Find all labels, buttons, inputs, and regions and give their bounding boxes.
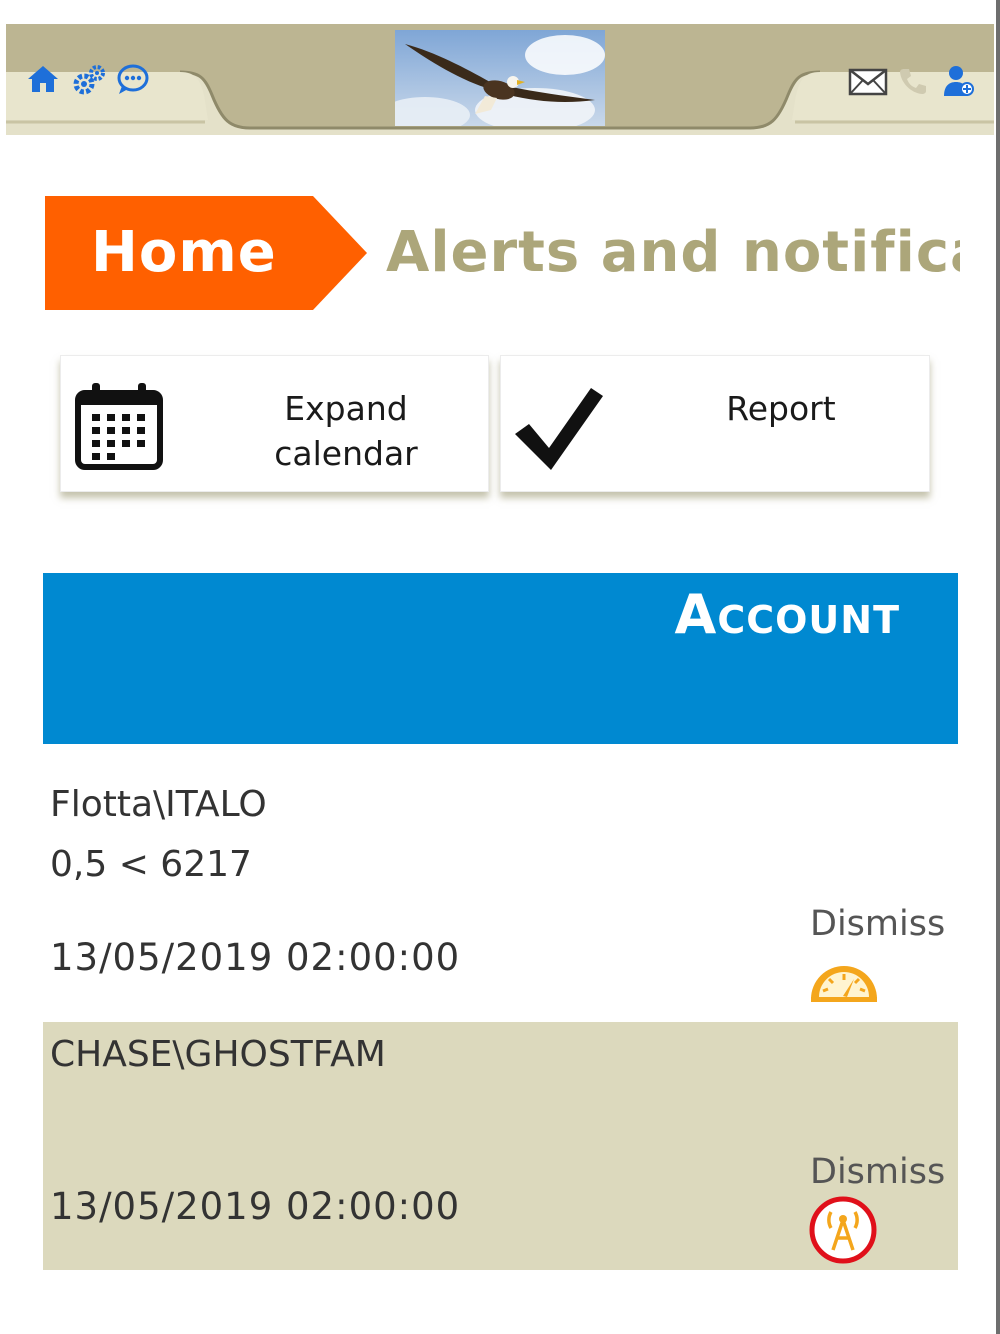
expand-calendar-button[interactable]: Expand calendar <box>60 355 489 492</box>
dismiss-link[interactable]: Dismiss <box>810 1152 945 1192</box>
alert-row: CHASE\GHOSTFAM 13/05/2019 02:00:00 Dismi… <box>43 1022 958 1270</box>
phone-icon[interactable] <box>898 66 928 96</box>
speedometer-icon <box>811 966 877 1002</box>
alert-vehicle-name: CHASE\GHOSTFAM <box>50 1034 386 1075</box>
account-title: Account <box>674 583 900 646</box>
expand-calendar-label: Expand calendar <box>231 386 461 476</box>
expand-calendar-label-line1: Expand <box>284 389 408 428</box>
account-section-header: Account <box>43 573 958 744</box>
user-icon[interactable] <box>942 64 974 98</box>
calendar-icon <box>75 383 163 470</box>
home-icon[interactable] <box>26 64 60 94</box>
alert-condition: 0,5 < 6217 <box>50 844 252 885</box>
chat-icon[interactable] <box>116 62 150 96</box>
checkmark-icon <box>515 388 603 470</box>
home-label: Home <box>91 220 277 285</box>
antenna-icon <box>809 1196 877 1264</box>
alert-vehicle-name: Flotta\ITALO <box>50 784 267 825</box>
expand-calendar-label-line2: calendar <box>274 434 418 473</box>
mail-icon[interactable] <box>848 68 888 96</box>
alert-datetime: 13/05/2019 02:00:00 <box>50 1185 461 1228</box>
alert-datetime: 13/05/2019 02:00:00 <box>50 936 461 979</box>
alert-row: Flotta\ITALO 0,5 < 6217 13/05/2019 02:00… <box>43 760 958 1020</box>
report-button[interactable]: Report <box>500 355 930 492</box>
report-label: Report <box>726 389 836 428</box>
top-navigation-bar <box>0 0 1000 140</box>
dismiss-link[interactable]: Dismiss <box>810 904 945 944</box>
page-title: Alerts and notifica <box>386 220 960 285</box>
gear-icon[interactable] <box>72 64 106 96</box>
breadcrumb-home[interactable]: Home <box>45 196 367 310</box>
page-right-border <box>996 0 1000 1334</box>
eagle-logo-image <box>395 30 605 126</box>
eagle-logo[interactable] <box>395 30 605 126</box>
